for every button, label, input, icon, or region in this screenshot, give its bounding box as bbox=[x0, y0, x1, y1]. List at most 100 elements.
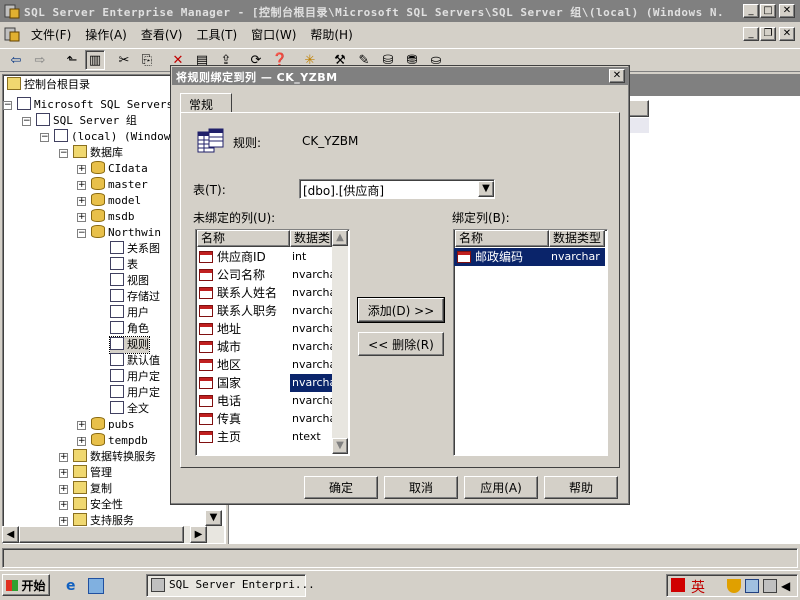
up-level-icon[interactable]: ⬑ bbox=[62, 50, 82, 70]
tree-item[interactable]: 用户定 bbox=[110, 385, 160, 401]
expand-icon[interactable]: + bbox=[59, 485, 68, 494]
collapse-icon[interactable]: − bbox=[59, 149, 68, 158]
back-icon[interactable]: ⇦ bbox=[6, 50, 26, 70]
unbound-column-row[interactable]: 联系人职务 nvarchar bbox=[196, 302, 332, 320]
scroll-thumb[interactable] bbox=[19, 526, 184, 543]
expand-icon[interactable]: + bbox=[59, 517, 68, 526]
bound-column-row[interactable]: 邮政编码 nvarchar bbox=[454, 248, 605, 266]
mdi-minimize-button[interactable]: _ bbox=[743, 27, 759, 41]
tree-item[interactable]: SQL Server 组 bbox=[36, 113, 137, 129]
forward-icon[interactable]: ⇨ bbox=[30, 50, 50, 70]
chevron-down-icon[interactable]: ▼ bbox=[478, 181, 494, 197]
ime-icon[interactable] bbox=[671, 578, 685, 592]
tab-general[interactable]: 常规 bbox=[180, 93, 232, 113]
scroll-right-button[interactable]: ▶ bbox=[190, 526, 207, 543]
tree-item[interactable]: 存储过 bbox=[110, 289, 160, 305]
tree-item[interactable]: (local) (Windows bbox=[54, 129, 177, 145]
tree-item[interactable]: 关系图 bbox=[110, 241, 160, 257]
bound-columns-list[interactable]: 名称 数据类型 邮政编码 nvarchar bbox=[453, 229, 608, 456]
tree-item[interactable]: 安全性 bbox=[73, 497, 123, 513]
expand-icon[interactable]: + bbox=[59, 469, 68, 478]
expand-icon[interactable]: + bbox=[59, 501, 68, 510]
help-button[interactable]: 帮助 bbox=[544, 476, 618, 499]
scroll-up-button[interactable]: ▲ bbox=[332, 230, 348, 246]
mdi-restore-button[interactable]: ❐ bbox=[760, 27, 776, 41]
quicklaunch-ie-icon[interactable]: e bbox=[66, 578, 82, 594]
bound-name-header[interactable]: 名称 bbox=[455, 230, 549, 247]
expand-icon[interactable]: + bbox=[77, 421, 86, 430]
unbound-column-row[interactable]: 地区 nvarchar bbox=[196, 356, 332, 374]
expand-icon[interactable]: + bbox=[77, 197, 86, 206]
menu-help[interactable]: 帮助(H) bbox=[303, 26, 359, 44]
dialog-close-button[interactable]: ✕ bbox=[609, 69, 625, 83]
expand-icon[interactable]: + bbox=[77, 165, 86, 174]
tree-item[interactable]: 角色 bbox=[110, 321, 149, 337]
tree-item[interactable]: 数据库 bbox=[73, 145, 123, 161]
scroll-down-button[interactable]: ▼ bbox=[332, 438, 348, 454]
unbound-column-row[interactable]: 电话 nvarchar bbox=[196, 392, 332, 410]
unbound-column-row[interactable]: 城市 nvarchar bbox=[196, 338, 332, 356]
app-icon[interactable] bbox=[4, 3, 20, 19]
close-button[interactable]: ✕ bbox=[779, 4, 795, 18]
unbound-column-row[interactable]: 联系人姓名 nvarchar bbox=[196, 284, 332, 302]
tree-item[interactable]: 规则 bbox=[109, 336, 150, 354]
tree-item[interactable]: Northwin bbox=[91, 225, 161, 241]
ok-button[interactable]: 确定 bbox=[304, 476, 378, 499]
tree-item[interactable]: 用户 bbox=[110, 305, 149, 321]
mdi-close-button[interactable]: ✕ bbox=[779, 27, 795, 41]
unbound-name-header[interactable]: 名称 bbox=[197, 230, 290, 247]
unbound-column-row[interactable]: 地址 nvarchar bbox=[196, 320, 332, 338]
unbound-type-header[interactable]: 数据类 bbox=[290, 230, 332, 247]
start-button[interactable]: 开始 bbox=[2, 574, 50, 596]
sql-service-icon[interactable] bbox=[763, 579, 777, 593]
unbound-column-row[interactable]: 国家 nvarchar bbox=[196, 374, 332, 392]
network-icon[interactable] bbox=[745, 579, 759, 593]
expand-icon[interactable]: + bbox=[59, 453, 68, 462]
unbound-columns-list[interactable]: 名称 数据类 供应商ID int 公司名称 nvarchar 联系人姓名 nvarchar… bbox=[195, 229, 350, 456]
unbound-column-row[interactable]: 主页 ntext bbox=[196, 428, 332, 446]
expand-icon[interactable]: + bbox=[77, 437, 86, 446]
tree-item[interactable]: 默认值 bbox=[110, 353, 160, 369]
copy-icon[interactable]: ⎘ bbox=[137, 50, 157, 70]
unbound-column-row[interactable]: 传真 nvarchar bbox=[196, 410, 332, 428]
tree-item[interactable]: 表 bbox=[110, 257, 138, 273]
volume-icon[interactable]: ◀ bbox=[781, 579, 795, 593]
tree-root[interactable]: 控制台根目录 bbox=[7, 77, 90, 93]
collapse-icon[interactable]: − bbox=[22, 117, 31, 126]
cancel-button[interactable]: 取消 bbox=[384, 476, 458, 499]
mdi-icon[interactable] bbox=[4, 26, 20, 42]
tree-item[interactable]: model bbox=[91, 193, 141, 209]
tree-item[interactable]: CIdata bbox=[91, 161, 148, 177]
menu-tools[interactable]: 工具(T) bbox=[189, 26, 244, 44]
tree-item[interactable]: 全文 bbox=[110, 401, 149, 417]
add-button[interactable]: 添加(D) >> bbox=[357, 297, 445, 323]
task-enterprise-manager[interactable]: SQL Server Enterpri... bbox=[146, 574, 315, 597]
tree-item[interactable]: pubs bbox=[91, 417, 135, 433]
cut-icon[interactable]: ✂ bbox=[114, 50, 134, 70]
tree-item[interactable]: msdb bbox=[91, 209, 135, 225]
security-icon[interactable] bbox=[727, 579, 741, 593]
tree-scroll-down-button[interactable]: ▼ bbox=[205, 510, 222, 526]
bound-type-header[interactable]: 数据类型 bbox=[549, 230, 605, 247]
menu-action[interactable]: 操作(A) bbox=[78, 26, 134, 44]
collapse-icon[interactable]: − bbox=[77, 229, 86, 238]
unbound-vscrollbar[interactable]: ▲ ▼ bbox=[332, 230, 348, 454]
unbound-column-row[interactable]: 供应商ID int bbox=[196, 248, 332, 266]
quicklaunch-desktop-icon[interactable] bbox=[88, 578, 104, 594]
table-select[interactable]: [dbo].[供应商] ▼ bbox=[299, 179, 495, 199]
apply-button[interactable]: 应用(A) bbox=[464, 476, 538, 499]
scroll-left-button[interactable]: ◀ bbox=[2, 526, 19, 543]
unbound-column-row[interactable]: 公司名称 nvarchar bbox=[196, 266, 332, 284]
menu-file[interactable]: 文件(F) bbox=[24, 26, 78, 44]
tree-item[interactable]: 复制 bbox=[73, 481, 112, 497]
tree-item[interactable]: 视图 bbox=[110, 273, 149, 289]
menu-window[interactable]: 窗口(W) bbox=[244, 26, 303, 44]
maximize-button[interactable]: □ bbox=[760, 4, 776, 18]
tree-item[interactable]: tempdb bbox=[91, 433, 148, 449]
menu-view[interactable]: 查看(V) bbox=[134, 26, 190, 44]
collapse-icon[interactable]: − bbox=[40, 133, 49, 142]
tree-item[interactable]: 数据转换服务 bbox=[73, 449, 156, 465]
expand-icon[interactable]: + bbox=[77, 181, 86, 190]
show-tree-icon[interactable]: ▥ bbox=[85, 50, 105, 70]
remove-button[interactable]: << 删除(R) bbox=[358, 332, 444, 356]
